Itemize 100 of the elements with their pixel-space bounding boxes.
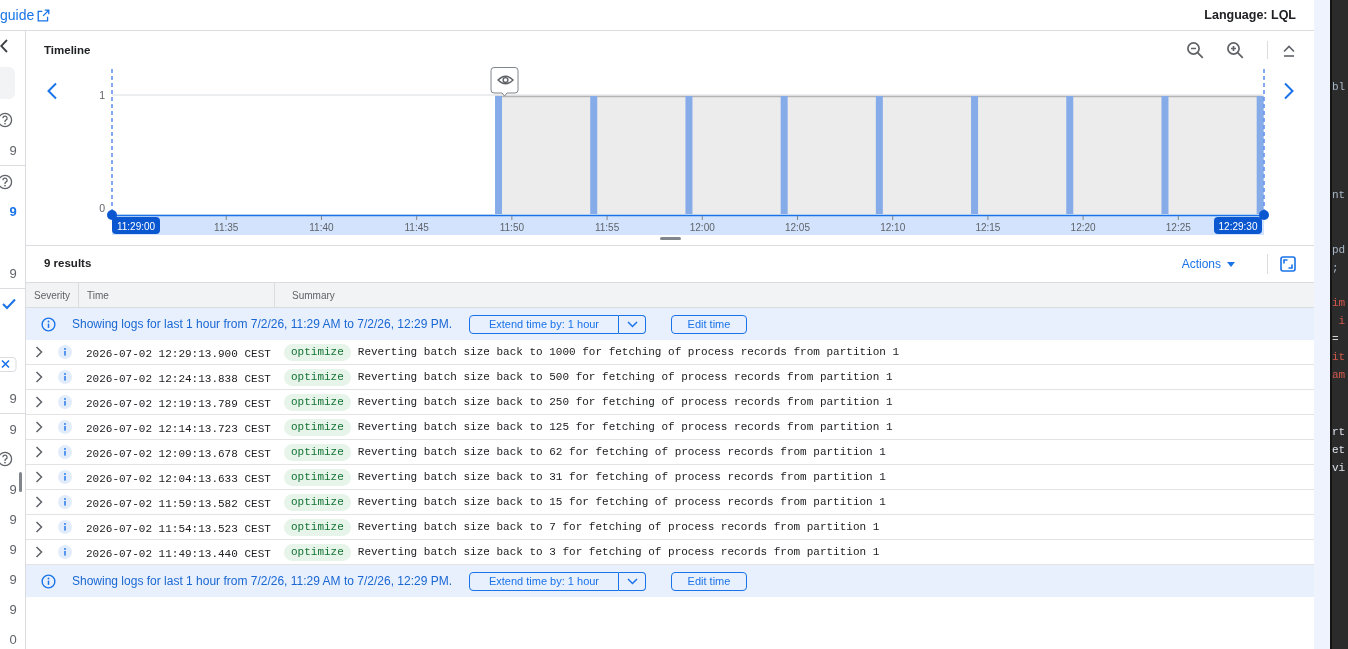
scrollbar-thumb[interactable] [19, 472, 22, 492]
section-title: Timeline [44, 43, 91, 58]
axis-label: 0 [99, 202, 105, 214]
count-text: 9 [8, 142, 17, 158]
chevron-right-icon[interactable] [1283, 81, 1295, 100]
code-text: bl [1332, 81, 1346, 93]
count-text: 9 [8, 203, 17, 219]
log-summary: Reverting batch size back to 125 for fetching of process records from partition 1 [357, 419, 893, 435]
edit-time-button[interactable]: Edit time [671, 571, 747, 591]
info-icon [58, 370, 72, 384]
tag-chip[interactable]: optimize [284, 493, 351, 511]
edit-time-button[interactable]: Edit time [671, 314, 747, 334]
actions-button[interactable]: Actions [1181, 255, 1235, 273]
info-icon [58, 470, 72, 484]
info-icon [58, 445, 72, 459]
count-text: 9 [8, 571, 17, 587]
range-end-chip: 12:29:30 [1214, 217, 1262, 234]
log-row[interactable]: 2026-07-02 12:04:13.633 CEST optimize Reverting batch size back to 31 for fetching of process records from partition 1 [26, 465, 1314, 490]
clear-icon[interactable] [0, 356, 17, 372]
axis-label: 12:15 [975, 222, 1001, 233]
chevron-down-icon [626, 320, 638, 328]
chevron-right-icon[interactable] [35, 396, 43, 408]
count-text: 0 [8, 631, 17, 647]
chevron-right-icon[interactable] [35, 546, 43, 558]
chevron-right-icon[interactable] [35, 346, 43, 358]
count-text: 9 [8, 541, 17, 557]
extend-time-button[interactable]: Extend time by: 1 hour [469, 571, 619, 591]
column-header[interactable]: Severity [26, 283, 78, 307]
count-text: 9 [8, 601, 17, 617]
axis-label: 12:05 [784, 222, 810, 233]
log-row[interactable]: 2026-07-02 12:24:13.838 CEST optimize Reverting batch size back to 500 for fetching of process records from partition 1 [26, 365, 1314, 390]
language-label: Language: LQL [1204, 6, 1296, 24]
chevron-left-icon[interactable] [0, 39, 8, 53]
chevron-right-icon[interactable] [35, 446, 43, 458]
tag-chip[interactable]: optimize [284, 368, 351, 386]
tag-chip[interactable]: optimize [284, 518, 351, 536]
log-row[interactable]: 2026-07-02 12:19:13.789 CEST optimize Reverting batch size back to 250 for fetching of process records from partition 1 [26, 390, 1314, 415]
timestamp-text: 2026-07-02 12:19:13.789 CEST [85, 398, 271, 410]
log-summary: Reverting batch size back to 7 for fetching of process records from partition 1 [357, 519, 880, 535]
timestamp-text: 2026-07-02 11:59:13.582 CEST [85, 498, 271, 510]
info-icon [41, 573, 56, 589]
check-icon [2, 298, 16, 310]
timestamp-text: 2026-07-02 12:24:13.838 CEST [85, 373, 271, 385]
zoom-out-icon[interactable] [1186, 41, 1204, 59]
chevron-right-icon[interactable] [35, 421, 43, 433]
count-text: 9 [8, 421, 17, 437]
info-icon [58, 420, 72, 434]
code-text: pd [1332, 244, 1346, 256]
range-handle[interactable] [107, 210, 117, 220]
log-row[interactable]: 2026-07-02 11:59:13.582 CEST optimize Reverting batch size back to 15 for fetching of process records from partition 1 [26, 490, 1314, 515]
help-icon[interactable] [0, 451, 13, 467]
dropdown-button[interactable] [619, 571, 646, 591]
code-text: ; [1332, 262, 1339, 274]
tag-chip[interactable]: optimize [284, 468, 351, 486]
resize-handle[interactable] [659, 237, 681, 240]
axis-label: 12:25 [1165, 222, 1191, 233]
help-icon[interactable] [0, 174, 13, 190]
column-header[interactable]: Time [79, 283, 274, 307]
log-summary: Reverting batch size back to 3 for fetching of process records from partition 1 [357, 544, 880, 560]
timestamp-text: 2026-07-02 11:49:13.440 CEST [85, 548, 271, 560]
extend-time-button[interactable]: Extend time by: 1 hour [469, 314, 619, 334]
expand-icon[interactable] [1280, 256, 1296, 272]
timestamp-text: 2026-07-02 12:04:13.633 CEST [85, 473, 271, 485]
chevron-right-icon[interactable] [35, 496, 43, 508]
range-handle[interactable] [1259, 210, 1269, 220]
tag-chip[interactable]: optimize [284, 418, 351, 436]
log-summary: Reverting batch size back to 62 for fetching of process records from partition 1 [357, 444, 886, 460]
notice-text: Showing logs for last 1 hour from 7/2/26, 11:29 AM to 7/2/26, 12:29 PM. [72, 316, 452, 333]
column-header[interactable]: Summary [284, 283, 1314, 307]
dropdown-button[interactable] [619, 314, 646, 334]
log-row[interactable]: 2026-07-02 12:14:13.723 CEST optimize Reverting batch size back to 125 for fetching of process records from partition 1 [26, 415, 1314, 440]
chevron-right-icon[interactable] [35, 521, 43, 533]
info-icon [58, 545, 72, 559]
chevron-right-icon[interactable] [35, 471, 43, 483]
log-summary: Reverting batch size back to 250 for fetching of process records from partition 1 [357, 394, 893, 410]
log-row[interactable]: 2026-07-02 12:09:13.678 CEST optimize Reverting batch size back to 62 for fetching of process records from partition 1 [26, 440, 1314, 465]
info-icon [58, 345, 72, 359]
range-start-chip: 11:29:00 [112, 217, 160, 234]
count-text: 9 [8, 511, 17, 527]
log-row[interactable]: 2026-07-02 11:54:13.523 CEST optimize Reverting batch size back to 7 for fetching of process records from partition 1 [26, 515, 1314, 540]
external-link-icon [37, 8, 51, 22]
axis-label: 11:55 [594, 222, 620, 233]
axis-label: 1 [99, 89, 105, 101]
zoom-in-icon[interactable] [1226, 41, 1244, 59]
tag-chip[interactable]: optimize [284, 443, 351, 461]
timestamp-text: 2026-07-02 12:14:13.723 CEST [85, 423, 271, 435]
axis-label: 11:40 [309, 222, 334, 233]
info-icon [58, 395, 72, 409]
tag-chip[interactable]: optimize [284, 343, 351, 361]
chevron-right-icon[interactable] [35, 371, 43, 383]
chevron-left-icon[interactable] [46, 81, 58, 100]
tag-chip[interactable]: optimize [284, 543, 351, 561]
help-icon[interactable] [0, 112, 13, 128]
log-row[interactable]: 2026-07-02 12:29:13.900 CEST optimize Reverting batch size back to 1000 for fetching of process records from partition 1 [26, 340, 1314, 365]
timestamp-text: 2026-07-02 12:29:13.900 CEST [85, 348, 271, 360]
eye-icon[interactable] [490, 67, 519, 97]
tag-chip[interactable]: optimize [284, 393, 351, 411]
caret-icon [1227, 261, 1235, 267]
code-text: vi [1332, 462, 1346, 474]
guide-link[interactable]: guide [0, 6, 51, 24]
